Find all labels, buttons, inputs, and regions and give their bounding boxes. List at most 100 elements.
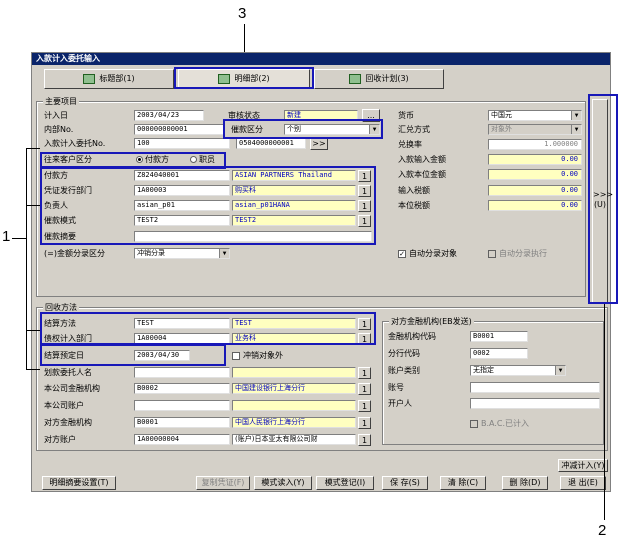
record-date-field[interactable]: 2003/04/23 bbox=[134, 110, 204, 121]
peer-bank-code-field[interactable]: B0001 bbox=[134, 417, 230, 428]
own-account-label: 本公司账户 bbox=[44, 401, 84, 410]
peer-account-lookup-button[interactable]: 1 bbox=[358, 434, 371, 446]
own-bank-label: 本公司金融机构 bbox=[44, 384, 100, 393]
entry-no-label: 入款计入委托No. bbox=[44, 139, 106, 148]
delete-button[interactable]: 删 除(D) bbox=[502, 476, 548, 490]
tax-local-field: 0.00 bbox=[488, 200, 582, 211]
tax-in-label: 输入税额 bbox=[398, 186, 430, 195]
callout-2-line bbox=[604, 304, 605, 520]
fx-value: 对象外 bbox=[491, 125, 512, 133]
currency-label: 货币 bbox=[398, 111, 414, 120]
consignor-field[interactable] bbox=[134, 367, 230, 378]
entry-no-field[interactable]: 100 bbox=[134, 138, 230, 149]
callout-1-bottom bbox=[26, 369, 40, 370]
eb-acct-type-select[interactable]: 无指定 ▼ bbox=[470, 365, 566, 376]
auto-exec-label: 自动分录执行 bbox=[499, 249, 547, 258]
save-button[interactable]: 保 存(S) bbox=[382, 476, 428, 490]
fx-label: 汇兑方式 bbox=[398, 125, 430, 134]
chevron-down-icon: ▼ bbox=[571, 111, 581, 120]
eb-inst-code-field[interactable]: B0001 bbox=[470, 331, 528, 342]
auto-target-label: 自动分录对象 bbox=[409, 249, 457, 258]
eb-acct-type-label: 账户类别 bbox=[388, 366, 420, 375]
offset-entry-button[interactable]: 冲减计入(Y) bbox=[558, 459, 608, 472]
eb-acct-no-field[interactable] bbox=[470, 382, 600, 393]
eb-acct-no-label: 账号 bbox=[388, 383, 404, 392]
highlight-recovery-block bbox=[40, 312, 376, 345]
mode-register-button[interactable]: 模式登记(I) bbox=[316, 476, 374, 490]
window-title: 入款计入委托输入 bbox=[32, 53, 610, 65]
offset-exclude-label: 冲销对象外 bbox=[243, 351, 283, 360]
internal-no-field[interactable]: 000000000001 bbox=[134, 124, 224, 135]
eb-branch-field[interactable]: 0002 bbox=[470, 348, 528, 359]
chevron-down-icon: ▼ bbox=[219, 249, 229, 258]
split-label: (=)金额分录区分 bbox=[44, 249, 105, 258]
entry-no2-field[interactable]: 0504000000001 bbox=[236, 138, 306, 149]
eb-bac-checkbox[interactable]: B.A.C.已计入 bbox=[470, 419, 529, 429]
currency-value: 中国元 bbox=[491, 111, 512, 119]
callout-1-stub bbox=[12, 238, 26, 239]
check-icon: ✓ bbox=[398, 249, 406, 258]
callout-1-mid bbox=[26, 205, 40, 206]
checkbox-icon bbox=[488, 249, 496, 258]
highlight-collect-type bbox=[223, 119, 383, 139]
offset-exclude-checkbox[interactable]: 冲销对象外 bbox=[232, 351, 283, 361]
main-items-title: 主要项目 bbox=[43, 96, 79, 107]
highlight-due-date bbox=[40, 344, 226, 366]
own-account-name-field bbox=[232, 400, 356, 411]
consignor-label: 划款委托人名 bbox=[44, 368, 92, 377]
in-local-label: 入款本位金额 bbox=[398, 170, 446, 179]
highlight-side-button bbox=[588, 94, 618, 304]
in-amount-field: 0.00 bbox=[488, 154, 582, 165]
own-bank-code-field[interactable]: B0002 bbox=[134, 383, 230, 394]
callout-2: 2 bbox=[598, 522, 607, 539]
auto-exec-checkbox[interactable]: 自动分录执行 bbox=[488, 249, 547, 259]
eb-title: 对方金融机构(EB发送) bbox=[389, 316, 474, 327]
exit-button[interactable]: 退 出(E) bbox=[560, 476, 606, 490]
eb-holder-field[interactable] bbox=[470, 398, 600, 409]
own-account-lookup-button[interactable]: 1 bbox=[358, 400, 371, 412]
tab-recovery-plan[interactable]: 回收计划(3) bbox=[314, 69, 444, 89]
peer-bank-lookup-button[interactable]: 1 bbox=[358, 417, 371, 429]
peer-bank-label: 对方金融机构 bbox=[44, 418, 92, 427]
recovery-tab-icon bbox=[349, 73, 362, 84]
callout-1-vertical bbox=[26, 148, 27, 370]
header-tab-icon bbox=[83, 73, 96, 84]
detail-summary-button[interactable]: 明细摘要设置(T) bbox=[42, 476, 116, 490]
tab-header[interactable]: 标题部(1) bbox=[44, 69, 174, 89]
callout-3: 3 bbox=[238, 5, 247, 22]
mode-read-button[interactable]: 模式读入(Y) bbox=[254, 476, 312, 490]
own-account-code-field[interactable] bbox=[134, 400, 230, 411]
split-select[interactable]: 冲销分录 ▼ bbox=[134, 248, 230, 259]
eb-bac-label: B.A.C.已计入 bbox=[481, 419, 530, 428]
highlight-payer-block bbox=[40, 166, 376, 245]
currency-select[interactable]: 中国元 ▼ bbox=[488, 110, 582, 121]
in-local-field: 0.00 bbox=[488, 169, 582, 180]
tax-local-label: 本位税额 bbox=[398, 201, 430, 210]
clear-button[interactable]: 清 除(C) bbox=[440, 476, 486, 490]
in-amount-label: 入款输入金额 bbox=[398, 155, 446, 164]
callout-1-low bbox=[26, 330, 40, 331]
eb-branch-label: 分行代码 bbox=[388, 349, 420, 358]
callout-1: 1 bbox=[2, 228, 11, 245]
split-value: 冲销分录 bbox=[137, 249, 165, 257]
highlight-detail-tab bbox=[174, 67, 314, 89]
checkbox-icon bbox=[232, 351, 240, 360]
auto-target-checkbox[interactable]: ✓ 自动分录对象 bbox=[398, 249, 457, 259]
chevron-down-icon: ▼ bbox=[571, 125, 581, 134]
peer-bank-name-field: 中国人民银行上海分行 bbox=[232, 417, 356, 428]
tax-in-field: 0.00 bbox=[488, 185, 582, 196]
own-bank-name-field: 中国建设银行上海分行 bbox=[232, 383, 356, 394]
rate-field[interactable]: 1.000000 bbox=[488, 139, 582, 150]
eb-acct-type-value: 无指定 bbox=[473, 366, 494, 374]
eb-holder-label: 开户人 bbox=[388, 399, 412, 408]
own-bank-lookup-button[interactable]: 1 bbox=[358, 383, 371, 395]
fx-select[interactable]: 对象外 ▼ bbox=[488, 124, 582, 135]
peer-account-code-field[interactable]: 1A00000004 bbox=[134, 434, 230, 445]
rate-label: 兑换率 bbox=[398, 140, 422, 149]
eb-inst-code-label: 金融机构代码 bbox=[388, 332, 436, 341]
consignor-name-field bbox=[232, 367, 356, 378]
callout-1-top bbox=[26, 148, 40, 149]
consignor-lookup-button[interactable]: 1 bbox=[358, 367, 371, 379]
copy-voucher-button[interactable]: 复制凭证(F) bbox=[196, 476, 250, 490]
checkbox-icon bbox=[470, 419, 478, 428]
